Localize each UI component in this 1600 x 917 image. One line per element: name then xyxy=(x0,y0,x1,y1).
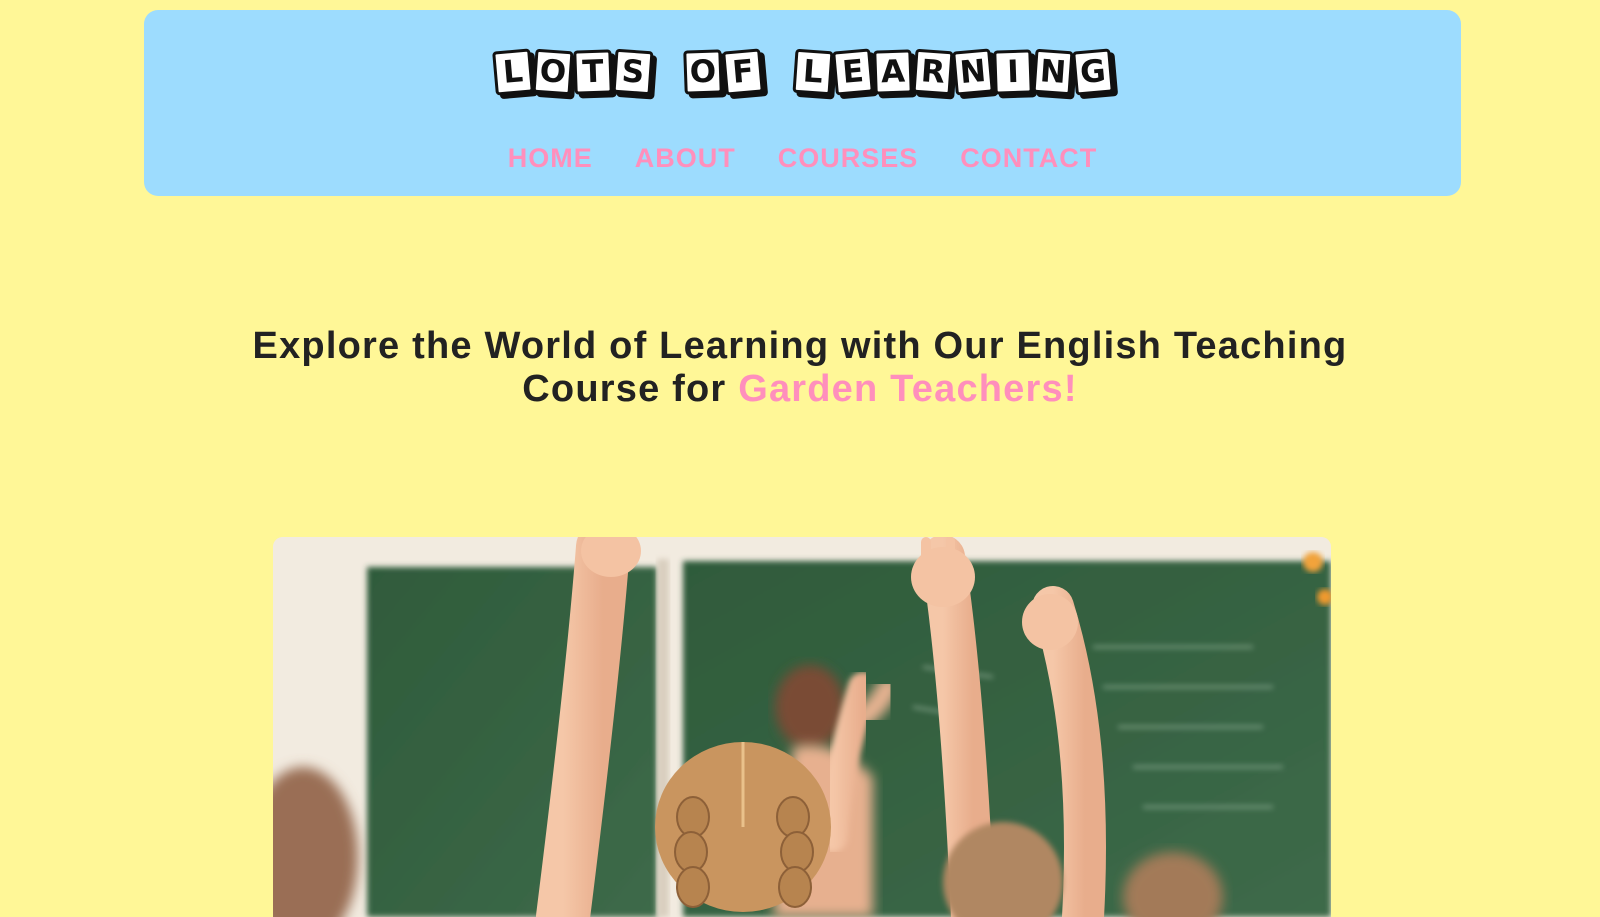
logo-letter: G xyxy=(1071,48,1114,96)
logo-word-lots: L O T S xyxy=(491,48,653,96)
nav-courses-link[interactable]: COURSES xyxy=(778,143,919,174)
logo-letter: S xyxy=(612,48,653,96)
logo-letter: O xyxy=(682,49,723,95)
logo-letter: I xyxy=(992,49,1033,95)
nav-about-link[interactable]: ABOUT xyxy=(635,143,736,174)
logo-letter: N xyxy=(1032,48,1073,96)
main-nav: HOME ABOUT COURSES CONTACT xyxy=(144,143,1461,174)
logo-letter: R xyxy=(912,48,953,96)
nav-home-link[interactable]: HOME xyxy=(508,143,593,174)
site-logo[interactable]: L O T S O F L E A R N I N G xyxy=(144,48,1461,96)
hero-title-accent: Garden Teachers! xyxy=(738,368,1078,410)
logo-letter: L xyxy=(792,48,833,96)
hero-title: Explore the World of Learning with Our E… xyxy=(200,325,1400,411)
classroom-photo-illustration xyxy=(273,537,1331,917)
hero-classroom-image xyxy=(273,537,1331,917)
logo-letter: T xyxy=(572,49,613,95)
logo-letter: N xyxy=(951,48,994,96)
logo-word-learning: L E A R N I N G xyxy=(792,48,1114,96)
logo-letter: O xyxy=(532,48,573,96)
nav-contact-link[interactable]: CONTACT xyxy=(960,143,1097,174)
logo-letter: L xyxy=(491,48,534,96)
logo-word-of: O F xyxy=(682,48,764,96)
logo-letter: E xyxy=(831,48,874,96)
logo-letter: F xyxy=(721,48,764,96)
site-header: L O T S O F L E A R N I N G HOME ABOUT C… xyxy=(144,10,1461,196)
logo-letter: A xyxy=(872,49,913,95)
